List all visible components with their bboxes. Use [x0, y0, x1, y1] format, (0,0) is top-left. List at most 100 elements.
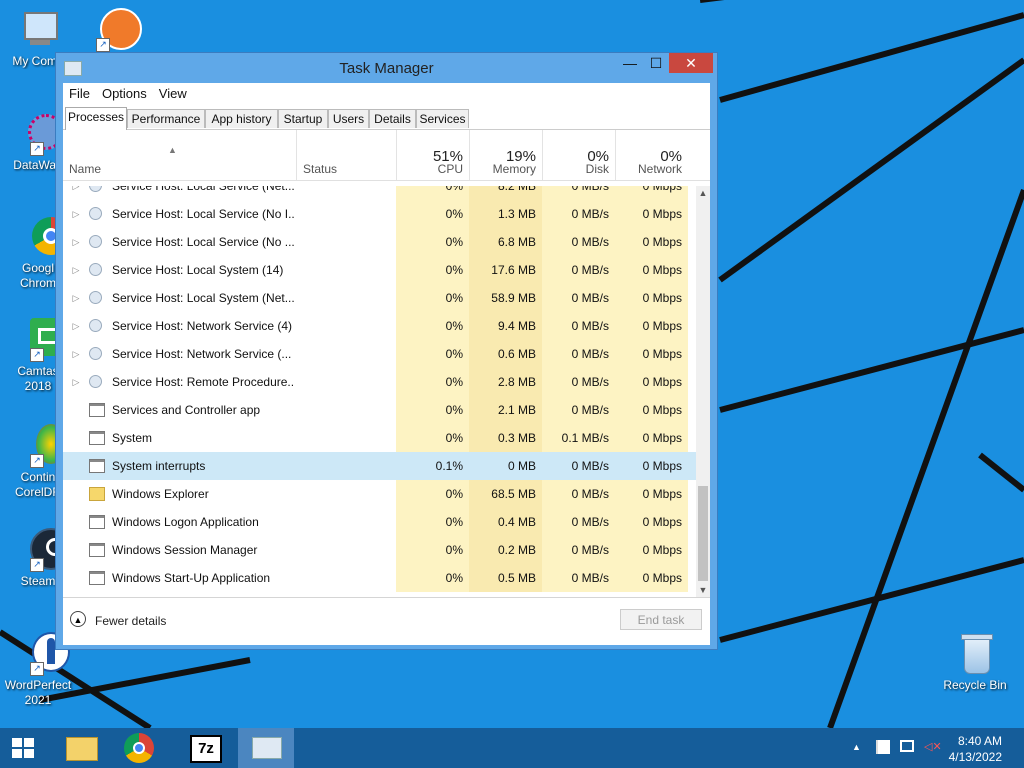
process-name: Windows Explorer [112, 487, 209, 501]
app-window-icon [89, 403, 105, 417]
taskbar: 7z ▲ ◁✕ 8:40 AM 4/13/2022 [0, 728, 1024, 768]
tab-users[interactable]: Users [328, 109, 369, 128]
disk-value: 0 MB/s [542, 508, 615, 536]
process-name: Service Host: Network Service (... [112, 347, 292, 361]
table-row[interactable]: ▷ Service Host: Local Service (No I... 0% 1… [63, 200, 696, 228]
tab-performance[interactable]: Performance [127, 109, 205, 128]
taskbar-file-explorer[interactable] [58, 728, 104, 768]
taskbar-chrome[interactable] [116, 728, 164, 768]
scroll-down-icon[interactable]: ▼ [696, 583, 710, 597]
end-task-button[interactable]: End task [620, 609, 702, 630]
scrollbar-thumb[interactable] [698, 486, 708, 581]
action-center-flag-icon[interactable] [876, 740, 890, 754]
process-name: System [112, 431, 153, 445]
tab-details[interactable]: Details [369, 109, 416, 128]
volume-muted-icon[interactable]: ◁✕ [924, 740, 942, 754]
network-value: 0 Mbps [615, 340, 688, 368]
table-row[interactable]: Services and Controller app 0% 2.1 MB 0 MB/… [63, 396, 696, 424]
tab-app-history[interactable]: App history [205, 109, 278, 128]
expand-chevron-icon[interactable]: ▷ [71, 284, 81, 312]
clock-time[interactable]: 8:40 AM [958, 734, 1002, 748]
table-row[interactable]: ▷ Service Host: Network Service (4) 0% 9.4 … [63, 312, 696, 340]
tab-processes[interactable]: Processes [65, 107, 127, 130]
process-name: Services and Controller app [112, 403, 261, 417]
network-value: 0 Mbps [615, 424, 688, 452]
cpu-value: 0% [396, 312, 469, 340]
table-row[interactable]: ▷ Service Host: Local Service (No ... 0% 6.… [63, 228, 696, 256]
cpu-value: 0.1% [396, 452, 469, 480]
memory-value: 0.6 MB [469, 340, 542, 368]
start-button[interactable] [0, 728, 48, 768]
expand-chevron-icon[interactable]: ▷ [71, 200, 81, 228]
scroll-up-icon[interactable]: ▲ [696, 186, 710, 200]
column-header-network[interactable]: 0% Network [615, 130, 688, 180]
memory-value: 9.4 MB [469, 312, 542, 340]
table-row[interactable]: System interrupts 0.1% 0 MB 0 MB/s 0 Mbps [63, 452, 696, 480]
show-hidden-icons-icon[interactable]: ▲ [852, 742, 861, 752]
table-row[interactable]: ▷ Service Host: Network Service (... 0% 0.6… [63, 340, 696, 368]
expand-chevron-icon[interactable]: ▷ [71, 186, 81, 200]
maximize-button[interactable]: ☐ [643, 53, 669, 73]
memory-value: 58.9 MB [469, 284, 542, 312]
menu-file[interactable]: File [63, 83, 96, 101]
disk-value: 0 MB/s [542, 564, 615, 592]
collapse-icon[interactable]: ▲ [70, 611, 86, 627]
service-gear-icon [89, 319, 102, 332]
table-row[interactable]: Windows Start-Up Application 0% 0.5 MB 0 MB… [63, 564, 696, 592]
disk-value: 0 MB/s [542, 200, 615, 228]
expand-chevron-icon[interactable]: ▷ [71, 256, 81, 284]
table-row[interactable]: ▷ Service Host: Local System (14) 0% 17.6 M… [63, 256, 696, 284]
disk-value: 0 MB/s [542, 284, 615, 312]
network-icon[interactable] [900, 740, 914, 752]
table-row[interactable]: ▷ Service Host: Local Service (Net... 0% 8.… [63, 186, 696, 200]
table-row[interactable]: ▷ Service Host: Local System (Net... 0% 58.… [63, 284, 696, 312]
column-header-name[interactable]: Name [63, 130, 296, 180]
memory-value: 0.2 MB [469, 536, 542, 564]
network-value: 0 Mbps [615, 256, 688, 284]
network-value: 0 Mbps [615, 200, 688, 228]
cpu-value: 0% [396, 368, 469, 396]
table-row[interactable]: Windows Session Manager 0% 0.2 MB 0 MB/s 0 M… [63, 536, 696, 564]
close-icon: ✕ [685, 55, 697, 71]
start-icon [12, 738, 34, 758]
process-name: Windows Start-Up Application [112, 571, 271, 585]
desktop-icon-label: WordPerfect 2021 [4, 678, 72, 707]
expand-chevron-icon[interactable]: ▷ [71, 228, 81, 256]
file-explorer-icon [66, 737, 98, 761]
disk-value: 0 MB/s [542, 228, 615, 256]
table-row[interactable]: ▷ Service Host: Remote Procedure... 0% 2.8 … [63, 368, 696, 396]
app-shortcut-icon: ↗ [94, 8, 142, 52]
memory-value: 68.5 MB [469, 480, 542, 508]
menu-view[interactable]: View [153, 83, 193, 101]
process-name: Windows Logon Application [112, 515, 259, 529]
process-name: Service Host: Local Service (Net... [112, 186, 295, 193]
taskbar-7zip[interactable]: 7z [180, 728, 230, 768]
desktop-icon-recycle-bin[interactable]: Recycle Bin [937, 632, 1013, 693]
memory-value: 2.8 MB [469, 368, 542, 396]
column-header-status[interactable]: Status [296, 130, 396, 180]
table-row[interactable]: Windows Explorer 0% 68.5 MB 0 MB/s 0 Mbps [63, 480, 696, 508]
taskbar-task-manager[interactable] [238, 728, 294, 768]
cpu-value: 0% [396, 200, 469, 228]
column-header-memory[interactable]: 19% Memory [469, 130, 542, 180]
expand-chevron-icon[interactable]: ▷ [71, 368, 81, 396]
tab-services[interactable]: Services [416, 109, 469, 128]
close-button[interactable]: ✕ [669, 53, 713, 73]
desktop-icon-label: Recycle Bin [943, 678, 1007, 692]
title-bar[interactable]: Task Manager — ☐ ✕ [56, 53, 717, 83]
desktop-icon-app-shortcut[interactable]: ↗ [78, 8, 154, 54]
vertical-scrollbar[interactable]: ▲ ▼ [696, 186, 710, 597]
column-header-disk[interactable]: 0% Disk [542, 130, 615, 180]
expand-chevron-icon[interactable]: ▷ [71, 312, 81, 340]
fewer-details-link[interactable]: Fewer details [95, 614, 166, 628]
minimize-button[interactable]: — [617, 53, 643, 73]
task-manager-icon [252, 737, 282, 759]
clock-date[interactable]: 4/13/2022 [949, 750, 1002, 764]
expand-chevron-icon[interactable]: ▷ [71, 340, 81, 368]
column-header-cpu[interactable]: 51% CPU [396, 130, 469, 180]
menu-options[interactable]: Options [96, 83, 153, 101]
memory-value: 0.3 MB [469, 424, 542, 452]
table-row[interactable]: System 0% 0.3 MB 0.1 MB/s 0 Mbps [63, 424, 696, 452]
table-row[interactable]: Windows Logon Application 0% 0.4 MB 0 MB/s 0… [63, 508, 696, 536]
tab-startup[interactable]: Startup [278, 109, 328, 128]
